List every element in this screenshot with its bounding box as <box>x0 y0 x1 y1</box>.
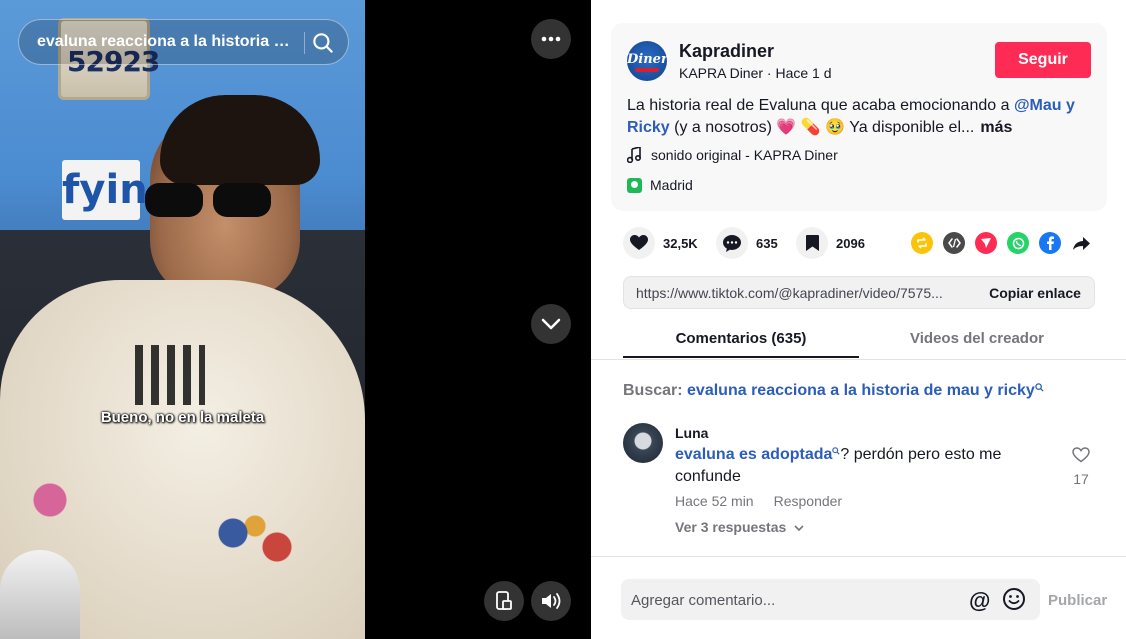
send-icon[interactable] <box>975 232 997 254</box>
volume-button[interactable] <box>531 581 571 621</box>
comment-meta: Hace 52 min Responder <box>675 493 842 509</box>
reply-button[interactable]: Responder <box>774 493 843 509</box>
heart-icon[interactable] <box>623 227 655 259</box>
embed-icon[interactable] <box>943 232 965 254</box>
search-divider <box>304 32 305 54</box>
like-count: 32,5K <box>663 235 698 251</box>
sweater-pattern <box>20 470 80 530</box>
more-options-button[interactable] <box>531 19 571 59</box>
related-search-term[interactable]: evaluna reacciona a la historia de mau y… <box>687 382 1035 399</box>
location-name: Madrid <box>650 177 693 193</box>
comment-stat[interactable]: 635 <box>716 227 778 259</box>
save-count: 2096 <box>836 235 865 251</box>
comment-input[interactable] <box>631 589 951 611</box>
search-icon <box>1035 383 1044 392</box>
next-video-button[interactable] <box>531 304 571 344</box>
composer-divider <box>591 556 1126 557</box>
sweater-pattern <box>135 345 205 405</box>
chevron-down-icon <box>794 525 804 532</box>
like-stat[interactable]: 32,5K <box>623 227 698 259</box>
copy-link-field: https://www.tiktok.com/@kapradiner/video… <box>623 276 1095 309</box>
heart-outline-icon <box>1072 447 1090 463</box>
search-bar[interactable]: evaluna reacciona a la historia de mau y… <box>18 19 349 65</box>
location-pin-icon <box>627 177 642 193</box>
comment-icon[interactable] <box>716 227 748 259</box>
repost-icon[interactable] <box>911 232 933 254</box>
wall-logo: fyin <box>62 160 148 220</box>
picture-in-picture-icon <box>496 591 512 610</box>
commenter-avatar[interactable] <box>623 423 663 463</box>
sweater-pattern <box>200 505 310 575</box>
comment-composer: @ <box>621 579 1040 620</box>
commenter-name[interactable]: Luna <box>675 425 708 441</box>
sound-link[interactable]: sonido original - KAPRA Diner <box>627 147 838 163</box>
whatsapp-icon[interactable] <box>1007 232 1029 254</box>
search-query[interactable]: evaluna reacciona a la historia de mau y… <box>37 33 297 51</box>
mention-button[interactable]: @ <box>969 588 990 614</box>
share-arrow-icon[interactable] <box>1071 232 1093 254</box>
sunglasses <box>143 183 273 217</box>
comment-text: evaluna es adoptada? perdón pero esto me… <box>675 444 1035 488</box>
publish-button[interactable]: Publicar <box>1048 592 1107 609</box>
post-card: Diner Kapradiner KAPRA Diner · Hace 1 d … <box>611 23 1107 211</box>
comment-search-keyword[interactable]: evaluna es adoptada <box>675 446 832 463</box>
view-replies-button[interactable]: Ver 3 respuestas <box>675 519 804 535</box>
comment-like-count: 17 <box>1073 471 1089 487</box>
description-text: La historia real de Evaluna que acaba em… <box>627 97 1014 114</box>
search-icon[interactable] <box>310 30 336 56</box>
view-replies-label: Ver 3 respuestas <box>675 519 787 535</box>
more-horizontal-icon <box>541 36 561 42</box>
tab-comments[interactable]: Comentarios (635) <box>623 330 859 358</box>
save-stat[interactable]: 2096 <box>796 227 865 259</box>
sound-name: sonido original - KAPRA Diner <box>651 147 838 163</box>
related-search[interactable]: Buscar: evaluna reacciona a la historia … <box>623 382 1044 400</box>
author-subtitle: KAPRA Diner · Hace 1 d <box>679 65 832 81</box>
comment-count: 635 <box>756 235 778 251</box>
more-button[interactable]: más <box>980 119 1012 136</box>
avatar-logo-text: Diner <box>627 52 667 67</box>
video-player[interactable]: 52923 fyin Bueno, no en la maleta <box>0 0 365 639</box>
description-text-end: (y a nosotros) 💗 💊 🥹 Ya disponible el... <box>669 119 975 136</box>
cup <box>0 550 80 639</box>
facebook-icon[interactable] <box>1039 232 1061 254</box>
volume-icon <box>542 593 561 609</box>
comment-like-button[interactable] <box>1069 447 1093 468</box>
copy-link-button[interactable]: Copiar enlace <box>976 277 1094 308</box>
post-description: La historia real de Evaluna que acaba em… <box>627 95 1095 139</box>
picture-in-picture-button[interactable] <box>484 581 524 621</box>
music-note-icon <box>627 147 641 163</box>
chevron-down-icon <box>541 318 561 330</box>
related-search-prefix: Buscar: <box>623 382 688 399</box>
emoji-icon[interactable] <box>1002 587 1026 611</box>
bookmark-icon[interactable] <box>796 227 828 259</box>
video-stage: 52923 fyin Bueno, no en la maleta evalun… <box>0 0 591 639</box>
comment-time: Hace 52 min <box>675 493 754 509</box>
video-subtitle: Bueno, no en la maleta <box>100 409 265 426</box>
location-tag[interactable]: Madrid <box>627 173 693 197</box>
video-link[interactable]: https://www.tiktok.com/@kapradiner/video… <box>636 285 966 301</box>
details-panel: Diner Kapradiner KAPRA Diner · Hace 1 d … <box>591 0 1126 639</box>
tab-creator-videos[interactable]: Videos del creador <box>859 330 1095 358</box>
author-avatar[interactable]: Diner <box>627 41 667 81</box>
tabs-divider <box>591 359 1126 360</box>
follow-button[interactable]: Seguir <box>995 42 1091 78</box>
avatar-logo-stripe <box>635 68 659 72</box>
author-name[interactable]: Kapradiner <box>679 41 774 62</box>
